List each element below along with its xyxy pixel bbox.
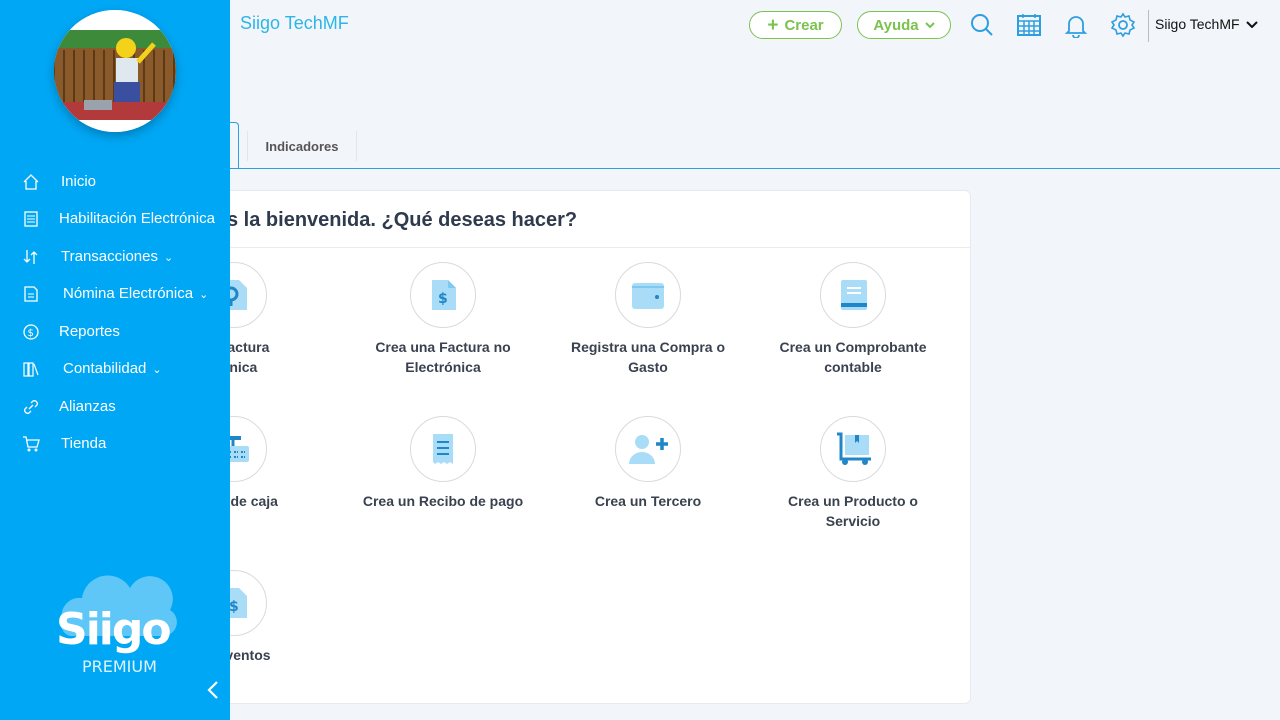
gear-icon[interactable] [1110,12,1136,38]
sidebar-item-inicio[interactable]: Inicio [0,164,230,200]
bell-icon[interactable] [1063,12,1089,38]
sidebar-item-label: Alianzas [59,398,116,415]
avatar[interactable] [54,10,176,132]
search-icon[interactable] [969,12,995,38]
header-separator [1148,10,1149,42]
action-label: Crea una Factura no Electrónica [375,339,511,375]
sidebar-item-reportes[interactable]: $ Reportes [0,314,230,350]
chevron-down-icon: ⌄ [164,252,174,264]
create-button-label: Crear [784,16,824,34]
tabs-underline [230,168,1280,169]
svg-text:$: $ [229,599,239,615]
tab-indicadores[interactable]: Indicadores [247,131,357,161]
sidebar-item-label: Contabilidad ⌄ [63,360,162,377]
sidebar-item-label: Transacciones ⌄ [61,248,174,265]
help-button[interactable]: Ayuda [857,11,951,39]
chevron-down-icon: ⌄ [199,289,209,301]
logo-text: Siigo [56,604,170,655]
payroll-icon [24,286,38,302]
svg-text:$: $ [28,328,34,339]
siigo-logo: Siigo PREMIUM [56,575,177,676]
welcome-panel: s la bienvenida. ¿Qué deseas hacer? na F… [190,190,971,704]
user-avatar-image [54,10,176,132]
action-label: Registra una Compra o Gasto [570,339,726,375]
reports-icon: $ [23,324,39,340]
welcome-title: s la bienvenida. ¿Qué deseas hacer? [227,209,578,231]
action-label: Crea un Producto o Servicio [788,493,918,529]
cart-icon [23,436,40,452]
sidebar-item-label: Inicio [61,173,97,190]
svg-text:$: $ [438,291,448,307]
chevron-down-icon [1245,21,1258,28]
company-title: Siigo TechMF [240,13,349,33]
plus-icon: + [767,14,779,36]
product-cart-icon [837,432,871,465]
receipt-icon [433,434,453,464]
action-label: Crea un Tercero [594,493,702,509]
sidebar-item-label: Tienda [61,435,107,452]
calendar-icon[interactable] [1016,12,1042,38]
user-name: Siigo TechMF [1155,16,1240,32]
document-icon [24,211,38,227]
ledger-book-icon [841,280,867,310]
sidebar-item-contabilidad[interactable]: Contabilidad ⌄ [0,351,230,387]
sidebar-item-nomina[interactable]: Nómina Electrónica ⌄ [0,276,230,312]
action-label: Crea un Recibo de pago [362,493,524,509]
sidebar-item-label: Habilitación Electrónica [59,210,215,227]
create-button[interactable]: + Crear [749,11,842,39]
sidebar-item-alianzas[interactable]: Alianzas [0,389,230,425]
chevron-down-icon [924,22,935,29]
sidebar-item-label: Reportes [59,323,120,340]
home-icon [23,174,39,190]
sidebar-item-tienda[interactable]: Tienda [0,426,230,462]
user-menu[interactable]: Siigo TechMF [1155,16,1258,32]
accounting-icon [23,362,39,377]
transactions-icon [23,250,38,264]
sidebar-item-label: Nómina Electrónica ⌄ [63,285,209,302]
help-button-label: Ayuda [873,16,919,34]
panel-divider [201,247,970,248]
link-icon [24,400,38,414]
invoice-dollar-icon: $ [432,280,456,310]
chevron-down-icon: ⌄ [152,364,162,376]
add-user-icon [629,435,668,464]
logo-subtext: PREMIUM [82,657,157,676]
sidebar-item-habilitacion[interactable]: Habilitación Electrónica [0,201,230,237]
sidebar: Inicio Habilitación Electrónica Transacc… [0,0,230,720]
action-label: Crea un Comprobante contable [779,339,927,375]
top-header: Siigo TechMF + Crear Ayuda Siigo TechMF [230,0,1280,50]
collapse-sidebar-icon[interactable] [203,678,223,702]
wallet-icon [632,283,664,309]
sidebar-item-transacciones[interactable]: Transacciones ⌄ [0,239,230,275]
